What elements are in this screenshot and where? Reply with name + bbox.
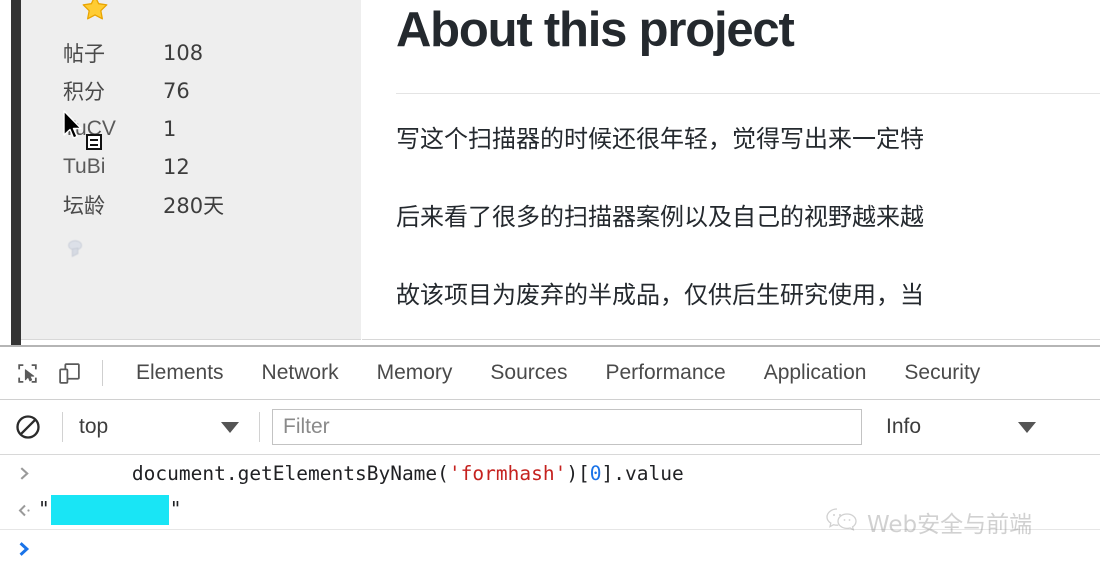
stat-value: 108: [163, 41, 204, 65]
tab-elements[interactable]: Elements: [117, 361, 243, 385]
list-item: TuBi 12: [63, 148, 323, 186]
console-prompt-line[interactable]: [0, 530, 1100, 568]
filterbar-divider: [259, 412, 260, 442]
profile-stats-panel: 帖子 108 积分 76 TuCV 1 TuBi 12 坛龄 280天: [21, 0, 361, 340]
toolbar-divider: [102, 360, 103, 386]
tab-security[interactable]: Security: [885, 361, 999, 385]
chevron-right-icon: [10, 541, 38, 557]
page-left-rail: [11, 0, 21, 345]
stat-label: 坛龄: [63, 194, 105, 218]
stats-list: 帖子 108 积分 76 TuCV 1 TuBi 12 坛龄 280天: [63, 34, 323, 224]
page-title: About this project: [396, 3, 795, 57]
stat-value: 280天: [163, 194, 225, 218]
console-input-line[interactable]: document.getElementsByName('formhash')[0…: [0, 455, 1100, 491]
stat-label: 帖子: [63, 42, 105, 66]
stat-value: 12: [163, 155, 190, 179]
tab-performance[interactable]: Performance: [586, 361, 744, 385]
tab-sources[interactable]: Sources: [471, 361, 586, 385]
text-cursor-badge-icon: [86, 134, 102, 150]
medal-icon: [65, 238, 87, 260]
stat-label: 积分: [63, 80, 105, 104]
console-result-line: " ": [0, 491, 1100, 530]
console-output: document.getElementsByName('formhash')[0…: [0, 455, 1100, 568]
list-item: 坛龄 280天: [63, 186, 323, 224]
filterbar-divider: [62, 412, 63, 442]
tab-network[interactable]: Network: [243, 361, 358, 385]
article-body: 写这个扫描器的时候还很年轻，觉得写出来一定特 后来看了很多的扫描器案例以及自己的…: [396, 113, 1100, 339]
log-level-value: Info: [886, 415, 922, 438]
chevron-right-icon: [10, 466, 38, 481]
article-panel: About this project 写这个扫描器的时候还很年轻，觉得写出来一定…: [362, 0, 1100, 340]
result-quote-close: ": [169, 497, 182, 521]
devtools-panel: Elements Network Memory Sources Performa…: [0, 345, 1100, 578]
list-item: 帖子 108: [63, 34, 323, 72]
title-divider: [396, 93, 1100, 94]
return-arrow-icon: [10, 503, 38, 518]
stat-value: 1: [163, 117, 177, 141]
stat-value: 76: [163, 79, 190, 103]
console-code-bracket: )[: [566, 461, 590, 485]
device-toolbar-icon[interactable]: [48, 352, 90, 394]
chevron-down-icon: [221, 421, 239, 433]
star-icon: [81, 0, 109, 22]
inspect-element-icon[interactable]: [6, 352, 48, 394]
paragraph: 写这个扫描器的时候还很年轻，觉得写出来一定特: [396, 125, 924, 153]
console-code-string: 'formhash': [448, 461, 567, 485]
execution-context-value: top: [79, 415, 109, 438]
console-code-index: 0: [589, 461, 602, 485]
paragraph: 故该项目为废弃的半成品，仅供后生研究使用，当: [396, 281, 924, 309]
result-quote-open: ": [38, 497, 50, 521]
redacted-value: [50, 495, 169, 525]
tab-memory[interactable]: Memory: [358, 361, 472, 385]
tab-application[interactable]: Application: [745, 361, 886, 385]
web-page-region: 帖子 108 积分 76 TuCV 1 TuBi 12 坛龄 280天 Abou…: [0, 0, 1100, 345]
devtools-toolbar: Elements Network Memory Sources Performa…: [0, 347, 1100, 400]
devtools-tab-bar: Elements Network Memory Sources Performa…: [117, 347, 999, 399]
execution-context-select[interactable]: top: [75, 415, 247, 439]
list-item: 积分 76: [63, 72, 323, 110]
console-code-prefix: document.getElementsByName(: [131, 461, 449, 485]
stat-label: TuCV: [63, 117, 116, 140]
log-level-select[interactable]: Info: [886, 415, 1054, 439]
paragraph: 后来看了很多的扫描器案例以及自己的视野越来越: [396, 203, 924, 231]
chevron-down-icon: [1018, 421, 1036, 433]
console-code-suffix: ].value: [601, 461, 684, 485]
stat-label: TuBi: [63, 155, 106, 178]
list-item: TuCV 1: [63, 110, 323, 148]
